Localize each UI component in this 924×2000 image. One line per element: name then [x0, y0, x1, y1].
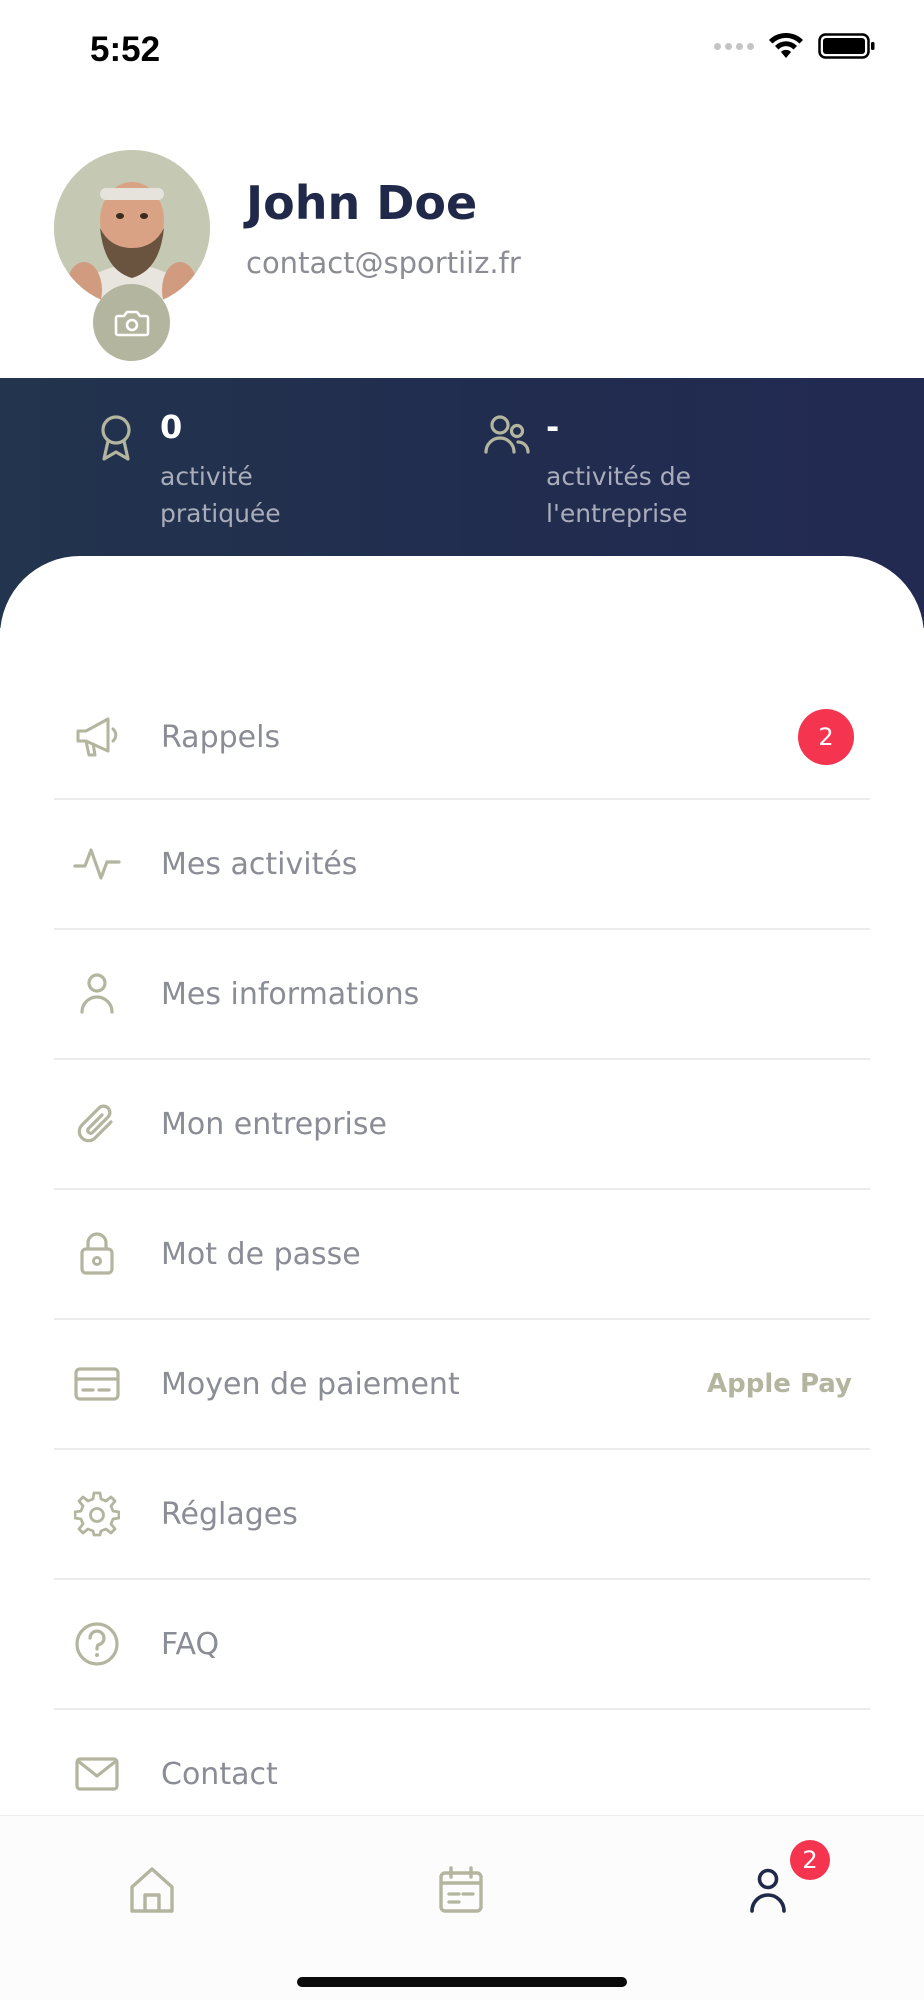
- menu-item-label: FAQ: [161, 1626, 220, 1662]
- menu-card: Rappels 2 Mes activités Mes informations: [0, 556, 924, 1840]
- menu-list: Rappels 2 Mes activités Mes informations: [54, 676, 870, 1840]
- menu-item-label: Moyen de paiement: [161, 1366, 460, 1402]
- menu-item-mes-activites[interactable]: Mes activités: [54, 800, 870, 930]
- mail-icon: [72, 1749, 122, 1799]
- credit-card-icon: [72, 1359, 122, 1409]
- tab-home[interactable]: [112, 1850, 192, 1930]
- wifi-icon: [769, 32, 803, 58]
- profile-icon: [750, 1868, 786, 1913]
- menu-item-mes-informations[interactable]: Mes informations: [54, 930, 870, 1060]
- stat-value: -: [546, 408, 560, 446]
- profile-email: contact@sportiiz.fr: [246, 246, 521, 280]
- signal-icon: [714, 42, 754, 50]
- menu-item-label: Mot de passe: [161, 1236, 361, 1272]
- battery-icon: [818, 33, 875, 59]
- profile-tab-badge: 2: [790, 1840, 830, 1880]
- users-icon: [484, 415, 530, 454]
- camera-icon: [114, 310, 149, 336]
- change-photo-button[interactable]: [93, 284, 170, 361]
- user-icon: [72, 969, 122, 1019]
- status-time: 5:52: [90, 30, 161, 69]
- calendar-icon: [439, 1866, 483, 1913]
- menu-item-faq[interactable]: FAQ: [54, 1580, 870, 1710]
- award-icon: [101, 415, 131, 461]
- status-bar: 5:52: [0, 0, 924, 100]
- stat-value: 0: [160, 408, 183, 446]
- help-circle-icon: [72, 1619, 122, 1669]
- home-icon: [130, 1867, 174, 1913]
- home-indicator: [297, 1977, 627, 1987]
- stat-label: activités de l'entreprise: [546, 462, 691, 528]
- status-indicators: [714, 32, 876, 60]
- menu-item-reglages[interactable]: Réglages: [54, 1450, 870, 1580]
- megaphone-icon: [72, 712, 122, 762]
- menu-item-mot-de-passe[interactable]: Mot de passe: [54, 1190, 870, 1320]
- avatar[interactable]: [54, 150, 210, 306]
- menu-item-label: Rappels: [161, 719, 281, 755]
- menu-item-label: Mon entreprise: [161, 1106, 387, 1142]
- menu-item-label: Mes informations: [161, 976, 420, 1012]
- payment-method-value: Apple Pay: [707, 1369, 852, 1399]
- lock-icon: [72, 1229, 122, 1279]
- gear-icon: [72, 1489, 122, 1539]
- menu-item-moyen-de-paiement[interactable]: Moyen de paiement Apple Pay: [54, 1320, 870, 1450]
- menu-item-mon-entreprise[interactable]: Mon entreprise: [54, 1060, 870, 1190]
- activity-icon: [72, 839, 122, 889]
- stat-label: activité pratiquée: [160, 462, 281, 528]
- menu-item-label: Mes activités: [161, 846, 358, 882]
- tab-calendar[interactable]: [421, 1850, 501, 1930]
- menu-item-label: Réglages: [161, 1496, 298, 1532]
- tab-bar: 2: [0, 1815, 924, 2000]
- menu-item-rappels[interactable]: Rappels 2: [54, 676, 870, 800]
- notification-badge: 2: [798, 709, 854, 765]
- profile-name: John Doe: [246, 176, 478, 230]
- menu-item-label: Contact: [161, 1756, 278, 1792]
- paperclip-icon: [72, 1099, 122, 1149]
- profile-header: John Doe contact@sportiiz.fr: [0, 140, 924, 378]
